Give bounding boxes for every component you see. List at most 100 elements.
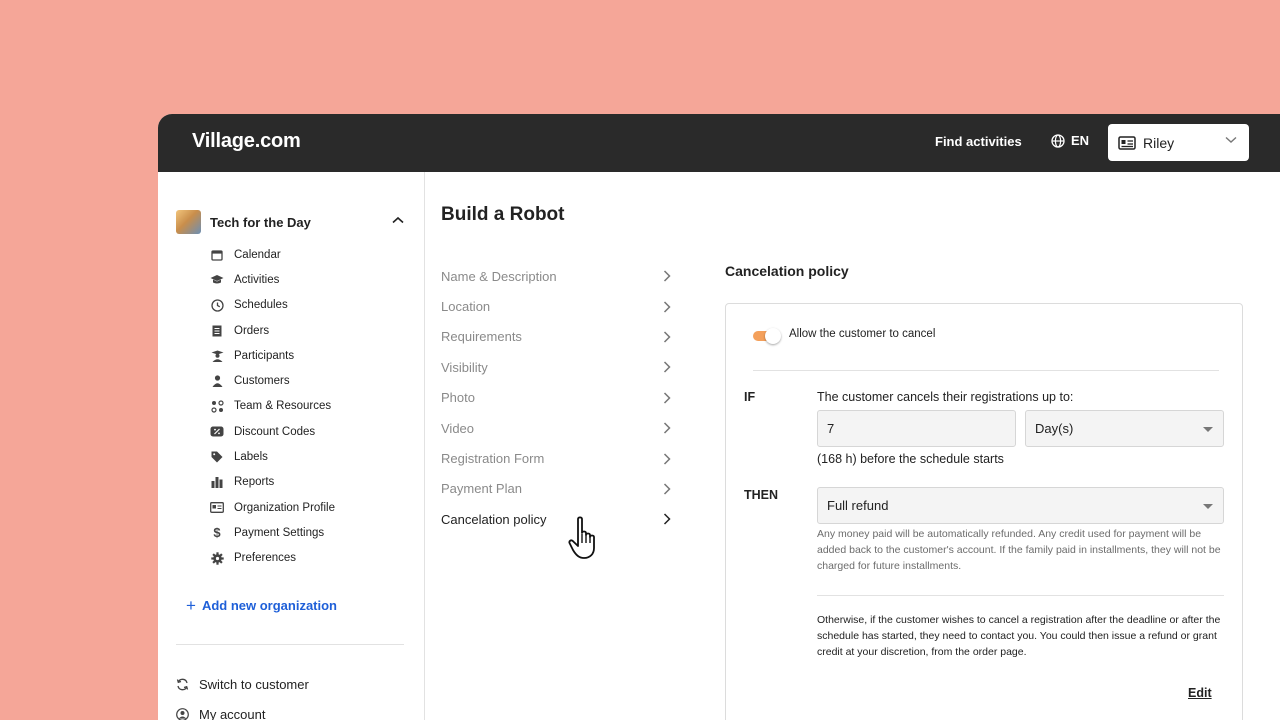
chevron-right-icon [663, 331, 671, 343]
org-header[interactable]: Tech for the Day [176, 210, 311, 234]
sidebar: Tech for the Day Calendar Activities Sch… [158, 172, 425, 720]
wizard-step[interactable]: Visibility [441, 352, 671, 382]
sidebar-item-activities[interactable]: Activities [210, 267, 335, 292]
card-divider [817, 595, 1224, 596]
sidebar-item-label: Schedules [234, 299, 288, 312]
receipt-icon [210, 324, 224, 338]
wizard-step[interactable]: Payment Plan [441, 474, 671, 504]
sidebar-item-label: Activities [234, 273, 280, 286]
caret-down-icon [1203, 504, 1213, 509]
chevron-right-icon [663, 361, 671, 373]
clock-icon [210, 298, 224, 312]
cancelation-policy-card: Allow the customer to cancel IF The cust… [725, 303, 1243, 720]
org-name: Tech for the Day [210, 214, 311, 230]
wizard-step[interactable]: Registration Form [441, 443, 671, 473]
graduation-cap-icon [210, 273, 224, 287]
edit-link[interactable]: Edit [1188, 686, 1212, 700]
unit-select[interactable]: Day(s) [1025, 410, 1224, 447]
sidebar-item-orders[interactable]: Orders [210, 318, 335, 343]
wizard-step[interactable]: Name & Description [441, 261, 671, 291]
wizard-step[interactable]: Video [441, 413, 671, 443]
add-organization-button[interactable]: + Add new organization [186, 596, 337, 615]
refund-help-text: Any money paid will be automatically ref… [817, 528, 1221, 572]
caret-down-icon [1203, 427, 1213, 432]
chevron-right-icon [663, 301, 671, 313]
allow-cancel-toggle[interactable] [753, 328, 781, 344]
card-divider [753, 370, 1219, 371]
sidebar-item-label: Participants [234, 349, 295, 362]
toggle-knob [765, 328, 781, 344]
sidebar-item-schedules[interactable]: Schedules [210, 293, 335, 318]
chevron-right-icon [663, 392, 671, 404]
then-label: THEN [744, 488, 779, 502]
my-account-label: My account [199, 707, 266, 720]
hand-pointer-cursor-icon [568, 516, 595, 559]
tag-icon [210, 450, 224, 464]
sidebar-item-label: Labels [234, 451, 268, 464]
refund-select[interactable]: Full refund [817, 487, 1224, 524]
chevron-up-icon[interactable] [392, 216, 404, 224]
hours-text: (168 h) before the schedule starts [817, 452, 1004, 466]
wizard-step-label: Visibility [441, 359, 488, 375]
sidebar-item-label: Orders [234, 324, 270, 337]
wizard-step[interactable]: Cancelation policy [441, 504, 671, 534]
add-org-label: Add new organization [201, 598, 337, 613]
wizard-step[interactable]: Photo [441, 383, 671, 413]
calendar-icon [210, 248, 224, 262]
top-navbar: Village.com Find activities EN Riley [158, 114, 1280, 172]
team-icon [210, 399, 224, 413]
switch-customer-label: Switch to customer [199, 677, 309, 692]
refresh-icon [176, 678, 189, 691]
page-title: Build a Robot [441, 204, 565, 225]
amount-value: 7 [827, 421, 835, 436]
wizard-step-label: Video [441, 420, 475, 436]
user-name: Riley [1143, 134, 1175, 151]
amount-input[interactable]: 7 [817, 410, 1016, 447]
switch-to-customer-link[interactable]: Switch to customer [176, 677, 309, 692]
sidebar-item-label: Organization Profile [234, 501, 335, 514]
sidebar-item-label: Team & Resources [234, 400, 332, 413]
sidebar-item-payment-settings[interactable]: $ Payment Settings [210, 520, 335, 545]
app-window: Village.com Find activities EN Riley Tec… [158, 114, 1280, 720]
chevron-right-icon [663, 422, 671, 434]
find-activities-link[interactable]: Find activities [935, 134, 1022, 149]
wizard-step-label: Payment Plan [441, 481, 522, 497]
sidebar-item-label: Reports [234, 476, 275, 489]
wizard-step-label: Location [441, 299, 491, 315]
my-account-link[interactable]: My account [176, 707, 265, 720]
discount-icon [210, 425, 224, 439]
if-text: The customer cancels their registrations… [817, 390, 1074, 404]
wizard-step-label: Name & Description [441, 268, 557, 284]
sidebar-item-discount-codes[interactable]: Discount Codes [210, 419, 335, 444]
sidebar-nav: Calendar Activities Schedules Orders Par… [210, 242, 335, 571]
user-menu[interactable]: Riley [1108, 124, 1249, 161]
globe-icon [1051, 133, 1065, 148]
sidebar-item-customers[interactable]: Customers [210, 368, 335, 393]
sidebar-item-labels[interactable]: Labels [210, 444, 335, 469]
sidebar-item-label: Calendar [234, 248, 281, 261]
if-label: IF [744, 390, 756, 404]
chevron-right-icon [663, 483, 671, 495]
sidebar-item-reports[interactable]: Reports [210, 470, 335, 495]
dollar-icon: $ [213, 525, 221, 541]
sidebar-item-label: Discount Codes [234, 425, 316, 438]
sidebar-item-participants[interactable]: Participants [210, 343, 335, 368]
sidebar-item-team[interactable]: Team & Resources [210, 394, 335, 419]
plus-icon: + [186, 596, 196, 615]
sidebar-item-calendar[interactable]: Calendar [210, 242, 335, 267]
org-card-icon [1118, 135, 1136, 150]
id-card-icon [210, 501, 224, 515]
account-icon [176, 708, 189, 720]
sidebar-item-org-profile[interactable]: Organization Profile [210, 495, 335, 520]
wizard-step-label: Requirements [441, 329, 522, 345]
chevron-right-icon [663, 270, 671, 282]
wizard-step-label: Photo [441, 390, 475, 406]
chevron-down-icon [1225, 136, 1237, 143]
wizard-step-label: Registration Form [441, 451, 545, 467]
wizard-step[interactable]: Requirements [441, 322, 671, 352]
language-selector[interactable]: EN [1051, 133, 1089, 148]
wizard-step[interactable]: Location [441, 291, 671, 321]
sidebar-item-preferences[interactable]: Preferences [210, 546, 335, 571]
chevron-right-icon [663, 453, 671, 465]
brand-logo[interactable]: Village.com [192, 130, 301, 153]
